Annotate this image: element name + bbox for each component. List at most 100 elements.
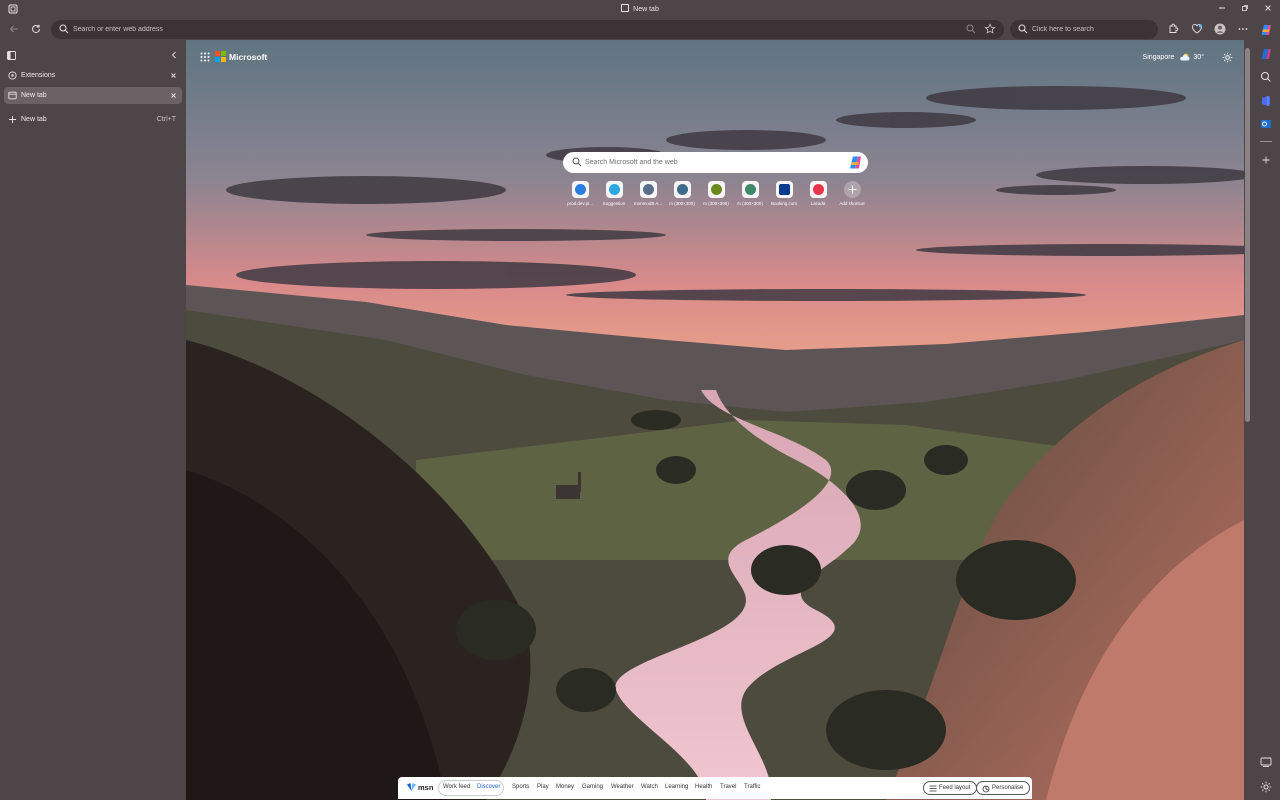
nav-sports[interactable]: Sports	[512, 784, 529, 790]
vertical-tabs-sidebar: Extensions New tab New tab Ctrl+T	[0, 40, 186, 800]
page-scrollbar-thumb[interactable]	[1245, 48, 1250, 422]
quick-link-favicon	[775, 181, 793, 198]
quick-link-tile[interactable]: m (300×300)	[699, 181, 733, 211]
window-title: New tab	[0, 4, 1280, 13]
refresh-button[interactable]	[28, 21, 44, 37]
quick-link-label: m (300×300)	[669, 201, 695, 206]
quick-link-tile[interactable]: monmodB A...	[631, 181, 665, 211]
nav-health[interactable]: Health	[695, 784, 712, 790]
close-window-button[interactable]	[1257, 2, 1279, 16]
settings-more-button[interactable]	[1235, 21, 1251, 37]
partly-cloudy-icon	[1180, 53, 1190, 61]
personalise-icon	[982, 785, 990, 793]
hide-sidebar-icon[interactable]	[1260, 756, 1272, 768]
profile-button[interactable]	[1212, 21, 1228, 37]
quick-link-tile[interactable]: m (300×300)	[733, 181, 767, 211]
back-button[interactable]	[6, 21, 22, 37]
tab-discover[interactable]: Discover	[477, 784, 500, 790]
nav-play[interactable]: Play	[537, 784, 549, 790]
nav-weather[interactable]: Weather	[611, 784, 634, 790]
sidebar-settings-gear-icon[interactable]	[1260, 781, 1272, 793]
copilot-sidebar-icon[interactable]	[1260, 24, 1272, 36]
minimize-button[interactable]	[1211, 2, 1233, 16]
new-tab-label: New tab	[21, 116, 47, 123]
app-launcher-icon[interactable]	[200, 52, 210, 62]
feed-layout-button[interactable]: Feed layout	[923, 781, 978, 795]
puzzle-icon	[1169, 23, 1179, 33]
close-tab-icon[interactable]	[169, 71, 178, 80]
window-title-text: New tab	[633, 6, 659, 13]
nav-gaming[interactable]: Gaming	[582, 784, 603, 790]
quick-link-favicon	[741, 181, 759, 198]
search-icon	[59, 24, 69, 34]
browser-essentials-button[interactable]	[1189, 21, 1205, 37]
sidebar-tab-label: Extensions	[21, 72, 56, 79]
office-sidebar-icon[interactable]	[1260, 95, 1272, 107]
personalise-button[interactable]: Personalise	[976, 781, 1031, 795]
tab-actions-icon[interactable]	[7, 51, 16, 60]
favorite-star-icon[interactable]	[984, 23, 996, 35]
quick-link-favicon	[809, 181, 827, 198]
toolbar	[0, 18, 1280, 40]
nav-money[interactable]: Money	[556, 784, 574, 790]
sidebar-tab-new-tab[interactable]: New tab	[4, 87, 182, 104]
web-search-box[interactable]	[1010, 20, 1158, 39]
close-icon	[1265, 5, 1271, 11]
collapse-chevron-icon[interactable]	[170, 51, 178, 59]
quick-link-tile[interactable]: Lazada	[801, 181, 835, 211]
weather-widget[interactable]: Singapore 30°	[1143, 53, 1204, 61]
msn-feed-bar: msn Work feed Discover Sports Play Money…	[398, 777, 1032, 799]
microsoft-brand-text: Microsoft	[229, 52, 268, 62]
plus-icon	[9, 116, 16, 123]
sidebar-tab-label: New tab	[21, 92, 47, 99]
tab-work-feed[interactable]: Work feed	[443, 784, 470, 790]
add-shortcut-label: Add shortcut	[839, 201, 865, 206]
minimize-icon	[1219, 7, 1225, 9]
quick-link-favicon	[707, 181, 725, 198]
restore-button[interactable]	[1234, 2, 1256, 16]
quick-link-tile[interactable]: Suggestion	[597, 181, 631, 211]
web-search-input[interactable]	[1032, 20, 1152, 39]
nav-learning[interactable]: Learning	[665, 784, 688, 790]
quick-link-tile[interactable]: Booking.com	[767, 181, 801, 211]
ntp-search-box[interactable]	[563, 152, 868, 173]
new-tab-page: Microsoft Singapore 30° prod.dev.pi... S…	[186, 40, 1244, 800]
extensions-tab-icon	[8, 71, 17, 80]
nav-traffic[interactable]: Traffic	[744, 784, 760, 790]
microsoft-logo-icon	[215, 51, 226, 62]
extensions-button[interactable]	[1165, 21, 1181, 37]
back-arrow-icon	[9, 25, 18, 33]
outlook-sidebar-icon[interactable]	[1260, 118, 1272, 130]
weather-temperature: 30°	[1193, 54, 1204, 61]
page-settings-gear-icon[interactable]	[1222, 52, 1233, 63]
sidebar-header	[0, 40, 186, 66]
address-bar[interactable]	[51, 20, 1004, 39]
personalise-label: Personalise	[992, 785, 1024, 791]
new-tab-button[interactable]: New tab Ctrl+T	[4, 111, 182, 128]
copilot-alt-icon[interactable]	[1260, 48, 1272, 60]
ntp-search-input[interactable]	[585, 152, 835, 173]
nav-watch[interactable]: Watch	[641, 784, 658, 790]
close-tab-icon[interactable]	[169, 91, 178, 100]
search-icon	[1018, 24, 1028, 34]
copilot-icon[interactable]	[848, 155, 863, 170]
add-sidebar-app-icon[interactable]	[1260, 154, 1272, 166]
nav-travel[interactable]: Travel	[720, 784, 736, 790]
msn-butterfly-icon	[407, 783, 416, 791]
quick-link-tile[interactable]: prod.dev.pi...	[563, 181, 597, 211]
quick-link-favicon	[571, 181, 589, 198]
quick-link-label: Lazada	[810, 201, 826, 206]
search-icon	[572, 157, 582, 167]
new-tab-shortcut: Ctrl+T	[156, 116, 176, 123]
quick-link-favicon	[639, 181, 657, 198]
layout-lines-icon	[929, 785, 937, 792]
heart-pulse-icon	[1192, 24, 1203, 34]
add-shortcut-button[interactable]: Add shortcut	[835, 181, 869, 211]
address-input[interactable]	[73, 20, 933, 39]
plus-icon	[843, 181, 861, 198]
search-sidebar-icon[interactable]	[1260, 71, 1272, 83]
quick-link-tile[interactable]: m (300×300)	[665, 181, 699, 211]
more-dots-icon	[1238, 28, 1248, 30]
zoom-search-icon[interactable]	[966, 24, 976, 34]
sidebar-tab-extensions[interactable]: Extensions	[4, 67, 182, 84]
